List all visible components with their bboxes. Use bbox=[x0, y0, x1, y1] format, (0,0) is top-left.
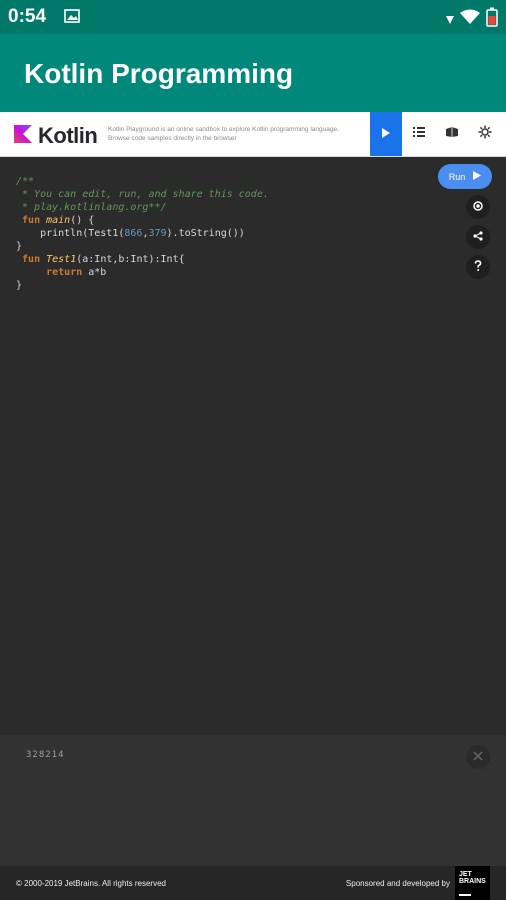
share-button[interactable] bbox=[466, 225, 490, 249]
status-bar: 0:54 bbox=[0, 0, 506, 34]
help-button[interactable] bbox=[466, 255, 490, 279]
run-button-label: Run bbox=[448, 171, 466, 182]
code-line: fun Test1(a:Int,b:Int):Int{ bbox=[22, 254, 185, 265]
copyright-text: © 2000-2019 JetBrains. All rights reserv… bbox=[16, 879, 166, 888]
sponsor-text: Sponsored and developed by bbox=[345, 879, 450, 888]
list-icon[interactable] bbox=[412, 125, 426, 144]
status-time: 0:54 bbox=[8, 6, 47, 27]
close-icon bbox=[473, 748, 483, 766]
output-panel: 328214 bbox=[0, 735, 506, 866]
record-icon bbox=[473, 200, 483, 214]
code-line: } bbox=[16, 241, 23, 252]
help-icon bbox=[473, 259, 483, 275]
playground-description: Kotlin Playground is an online sandbox t… bbox=[108, 126, 339, 142]
kotlin-playground-header: Kotlin Kotlin Playground is an online sa… bbox=[0, 112, 506, 157]
kotlin-logo-text: Kotlin bbox=[38, 123, 98, 148]
code-line: println(Test1(866,379).toString()) bbox=[16, 228, 245, 239]
kotlin-logo-icon bbox=[14, 124, 32, 148]
image-notification-icon bbox=[64, 9, 80, 28]
kotlin-logo[interactable]: Kotlin bbox=[14, 123, 98, 149]
code-editor[interactable]: /** * You can edit, run, and share this … bbox=[0, 157, 506, 735]
share-icon bbox=[473, 230, 483, 244]
code-line: * play.kotlinlang.org**/ bbox=[16, 202, 167, 213]
code-line: return a*b bbox=[46, 267, 107, 278]
play-icon bbox=[473, 171, 482, 182]
code-line: /** bbox=[16, 176, 35, 187]
footer: © 2000-2019 JetBrains. All rights reserv… bbox=[0, 866, 506, 900]
code-content[interactable]: /** * You can edit, run, and share this … bbox=[16, 175, 269, 292]
code-line: } bbox=[16, 280, 23, 291]
code-line: * You can edit, run, and share this code… bbox=[16, 189, 269, 200]
app-title: Kotlin Programming bbox=[24, 58, 294, 89]
play-icon bbox=[381, 125, 391, 143]
output-text: 328214 bbox=[26, 750, 65, 760]
battery-icon bbox=[486, 7, 498, 32]
book-icon[interactable] bbox=[445, 125, 459, 144]
jetbrains-logo-bar bbox=[459, 894, 471, 896]
signal-icon bbox=[446, 11, 454, 29]
run-button[interactable]: Run bbox=[438, 164, 492, 189]
app-bar: Kotlin Programming bbox=[0, 34, 506, 112]
target-platform-button[interactable] bbox=[466, 195, 490, 219]
jetbrains-logo[interactable]: JET BRAINS bbox=[455, 866, 490, 900]
wifi-icon bbox=[460, 9, 480, 30]
settings-icon[interactable] bbox=[478, 125, 492, 144]
jetbrains-logo-text: JET BRAINS bbox=[459, 871, 486, 885]
header-run-button[interactable] bbox=[370, 112, 402, 156]
status-icons bbox=[446, 7, 498, 32]
close-output-button[interactable] bbox=[466, 745, 490, 769]
code-line: fun main() { bbox=[22, 215, 95, 226]
